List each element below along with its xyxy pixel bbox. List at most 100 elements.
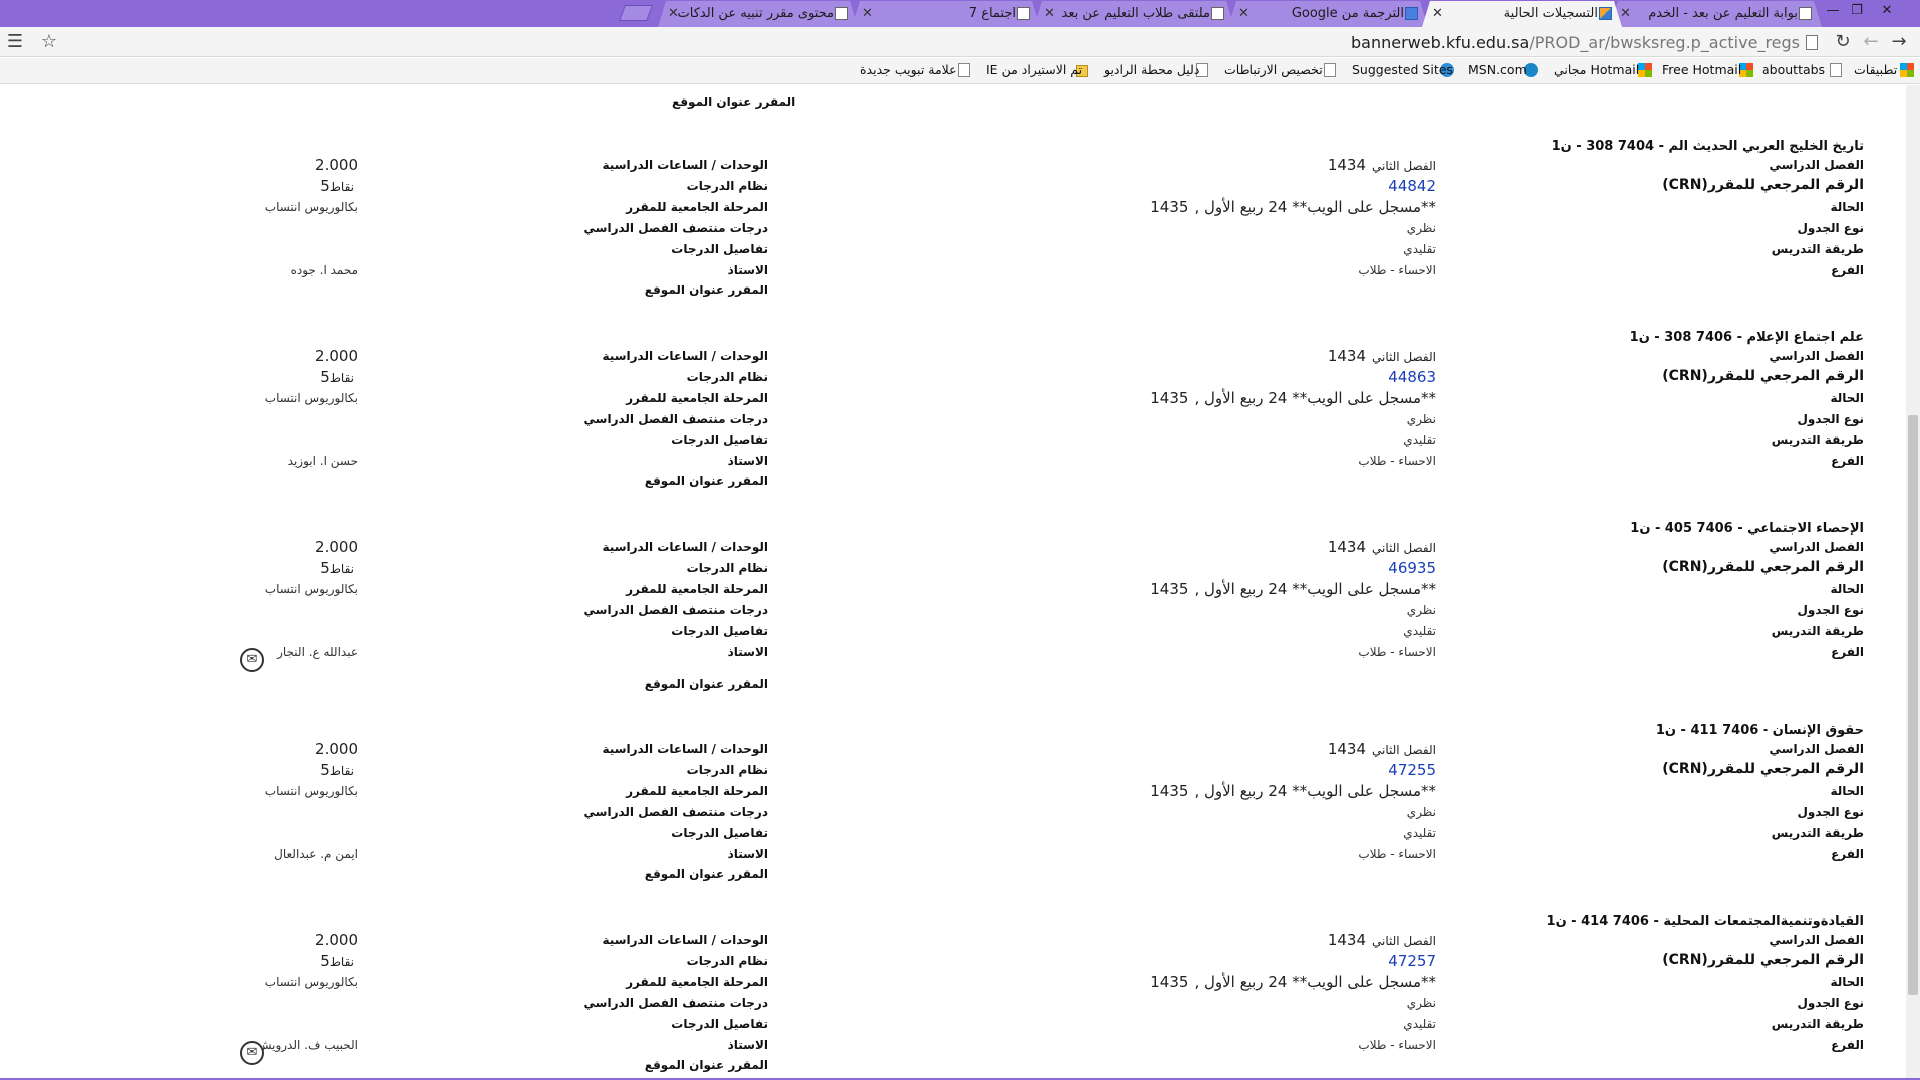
bookmark-msn[interactable]: MSN.com — [1468, 62, 1527, 77]
grade-mode-value: نقاط5 — [320, 177, 358, 195]
back-icon[interactable]: → — [1888, 31, 1910, 53]
campus-label: الفرع — [1831, 847, 1864, 861]
banner-favicon-icon — [1599, 7, 1612, 20]
course-title: القيادةوتنميةالمجتمعات المحلية - 7406 41… — [1546, 914, 1864, 929]
tab-meeting-7[interactable]: اجتماع 7 ✕ — [852, 1, 1040, 27]
bookmark-customize-links[interactable]: تخصيص الارتباطات — [1224, 62, 1323, 77]
star-icon[interactable]: ☆ — [38, 31, 60, 53]
crn-link[interactable]: 47257 — [1388, 952, 1436, 970]
level-value: بكالوريوس انتساب — [264, 391, 358, 405]
apps-icon — [1900, 63, 1914, 77]
bookmark-radio-guide[interactable]: دليل محطة الراديو — [1104, 62, 1199, 77]
course-site-label[interactable]: المقرر عنوان الموقع — [645, 677, 768, 691]
instructor-value: ايمن م. عبدالعال — [274, 847, 358, 861]
course-site-label[interactable]: المقرر عنوان الموقع — [645, 283, 768, 297]
crn-link[interactable]: 47255 — [1388, 761, 1436, 779]
term-name: الفصل الثاني — [1372, 934, 1436, 948]
page-icon — [1830, 63, 1842, 77]
close-icon[interactable]: ✕ — [668, 1, 679, 26]
status-value: 1435 **مسجل على الويب** 24 ربيع الأول , — [1150, 782, 1436, 800]
term-label: الفصل الدراسي — [1769, 742, 1864, 756]
page-content: المقرر عنوان الموقع تاريخ الخليج العربي … — [0, 85, 1906, 1080]
page-favicon-icon — [1017, 7, 1030, 20]
status-value: 1435 **مسجل على الويب** 24 ربيع الأول , — [1150, 580, 1436, 598]
method-value: تقليدي — [1403, 624, 1436, 638]
close-icon[interactable]: ✕ — [1044, 1, 1055, 26]
status-text: **مسجل على الويب** 24 ربيع الأول , — [1194, 198, 1436, 216]
schedule-type-label: نوع الجدول — [1797, 805, 1864, 819]
crn-link[interactable]: 46935 — [1388, 559, 1436, 577]
translate-favicon-icon — [1405, 7, 1418, 20]
credits-value: 2.000 — [315, 740, 358, 758]
reload-icon[interactable]: ↻ — [1832, 31, 1854, 53]
tab-label: بوابة التعليم عن بعد - الخدم — [1648, 6, 1798, 21]
tab-course-content[interactable]: محتوى مقرر تنبيه عن الدكات ✕ — [658, 1, 858, 27]
tab-distance-learning-portal[interactable]: بوابة التعليم عن بعد - الخدم ✕ — [1610, 1, 1822, 27]
new-tab-button[interactable] — [619, 5, 653, 21]
grade-detail-label: تفاصيل الدرجات — [671, 624, 768, 638]
minimize-icon[interactable]: — — [1822, 2, 1844, 20]
grade-mode-label: نظام الدرجات — [686, 370, 768, 384]
crn-link[interactable]: 44842 — [1388, 177, 1436, 195]
course-site-label[interactable]: المقرر عنوان الموقع — [672, 95, 795, 109]
bookmark-free-hotmail[interactable]: Free Hotmail — [1662, 62, 1741, 77]
close-icon[interactable]: ✕ — [1620, 1, 1631, 26]
restore-icon[interactable]: ❐ — [1846, 2, 1868, 20]
campus-value: الاحساء - طلاب — [1358, 1038, 1436, 1052]
schedule-type-label: نوع الجدول — [1797, 221, 1864, 235]
term-name: الفصل الثاني — [1372, 743, 1436, 757]
tab-label: محتوى مقرر تنبيه عن الدكات — [677, 6, 834, 21]
instructor-value: محمد ا. جوده — [290, 263, 358, 277]
term-label: الفصل الدراسي — [1769, 349, 1864, 363]
crn-link[interactable]: 44863 — [1388, 368, 1436, 386]
bookmark-apps[interactable]: تطبيقات — [1854, 62, 1897, 77]
term-value: 1434 الفصل الثاني — [1328, 156, 1436, 174]
close-icon[interactable]: ✕ — [862, 1, 873, 26]
bookmark-new-tab[interactable]: علامة تبويب جديدة — [860, 62, 957, 77]
crn-label: الرقم المرجعي للمقرر(CRN) — [1662, 559, 1864, 575]
email-instructor-icon[interactable]: ✉ — [240, 648, 264, 672]
status-year: 1435 — [1150, 580, 1189, 598]
grade-num: 5 — [320, 368, 330, 386]
method-label: طريقة التدريس — [1771, 242, 1864, 256]
course-site-label[interactable]: المقرر عنوان الموقع — [645, 1058, 768, 1072]
term-value: 1434 الفصل الثاني — [1328, 931, 1436, 949]
method-label: طريقة التدريس — [1771, 1017, 1864, 1031]
tab-current-registrations[interactable]: التسجيلات الحالية ✕ — [1422, 1, 1622, 27]
status-label: الحالة — [1830, 784, 1864, 798]
browser-toolbar: ☰ ☆ bannerweb.kfu.edu.sa/PROD_ar/bwsksre… — [0, 27, 1920, 57]
menu-icon[interactable]: ☰ — [4, 31, 26, 53]
tab-google-translate[interactable]: الترجمة من Google ✕ — [1228, 1, 1428, 27]
close-icon[interactable]: ✕ — [1432, 1, 1443, 26]
bookmark-suggested-sites[interactable]: Suggested Sites — [1352, 62, 1453, 77]
email-instructor-icon[interactable]: ✉ — [240, 1041, 264, 1065]
term-value: 1434 الفصل الثاني — [1328, 347, 1436, 365]
bookmark-imported-from-ie[interactable]: تم الاستيراد من IE — [986, 62, 1082, 77]
credits-label: الوحدات / الساعات الدراسية — [602, 349, 768, 363]
status-value: 1435 **مسجل على الويب** 24 ربيع الأول , — [1150, 198, 1436, 216]
address-bar[interactable]: bannerweb.kfu.edu.sa/PROD_ar/bwsksreg.p_… — [1300, 33, 1800, 52]
scroll-thumb[interactable] — [1908, 415, 1918, 995]
window-close-icon[interactable]: ✕ — [1876, 2, 1898, 20]
course-title: الإحصاء الاجتماعي - 7406 405 - ن1 — [1630, 521, 1864, 536]
crn-label: الرقم المرجعي للمقرر(CRN) — [1662, 368, 1864, 384]
course-site-label[interactable]: المقرر عنوان الموقع — [645, 867, 768, 881]
campus-label: الفرع — [1831, 1038, 1864, 1052]
course-site-label[interactable]: المقرر عنوان الموقع — [645, 474, 768, 488]
instructor-label: الاستاذ — [727, 454, 768, 468]
status-label: الحالة — [1830, 200, 1864, 214]
close-icon[interactable]: ✕ — [1238, 1, 1249, 26]
status-year: 1435 — [1150, 973, 1189, 991]
page-icon — [1324, 63, 1336, 77]
forward-icon[interactable]: ← — [1860, 31, 1882, 53]
tab-students-forum[interactable]: ملتقى طلاب التعليم عن بعد ✕ — [1034, 1, 1234, 27]
bookmark-hotmail-free[interactable]: Hotmail مجاني — [1554, 62, 1639, 77]
level-label: المرحلة الجامعية للمقرر — [626, 975, 768, 989]
credits-label: الوحدات / الساعات الدراسية — [602, 540, 768, 554]
crn-label: الرقم المرجعي للمقرر(CRN) — [1662, 952, 1864, 968]
bookmark-abouttabs[interactable]: abouttabs — [1762, 62, 1825, 77]
grade-mode-label: نظام الدرجات — [686, 561, 768, 575]
grade-mode-label: نظام الدرجات — [686, 763, 768, 777]
status-year: 1435 — [1150, 198, 1189, 216]
vertical-scrollbar[interactable] — [1906, 85, 1920, 1080]
